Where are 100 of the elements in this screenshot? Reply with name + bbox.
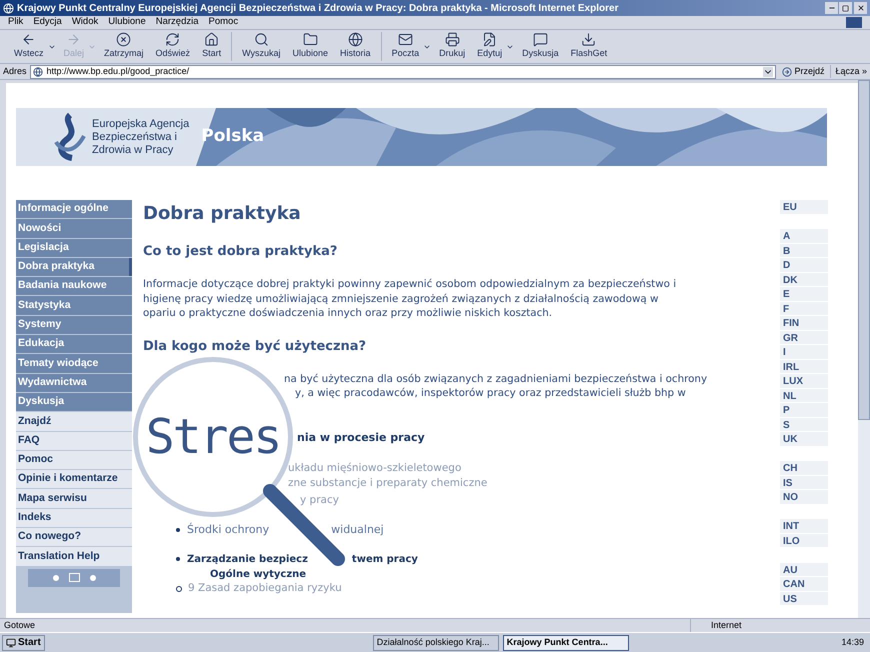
- sidebar-item[interactable]: Nowości: [16, 219, 132, 238]
- country-link[interactable]: F: [780, 302, 828, 316]
- country-link[interactable]: I: [780, 345, 828, 360]
- toolbar-button[interactable]: Zatrzymaj: [100, 32, 148, 61]
- country-link[interactable]: AU: [780, 562, 828, 577]
- mail-icon: [398, 32, 413, 48]
- toolbar-button[interactable]: Ulubione: [288, 32, 332, 61]
- scrollbar[interactable]: [858, 80, 870, 618]
- status-text: Gotowe: [3, 618, 36, 632]
- country-link[interactable]: CH: [780, 461, 828, 476]
- sidebar-item[interactable]: Znajdź: [16, 412, 132, 431]
- sidebar-item[interactable]: Co nowego?: [16, 528, 132, 546]
- paragraph-line: opariu o praktyczne doświadczenia innych oraz przy możliwie niskich kosztach.: [143, 306, 554, 320]
- next-icon[interactable]: [90, 574, 96, 581]
- sidebar-item[interactable]: Dobra praktyka: [16, 258, 132, 276]
- country-link[interactable]: E: [780, 287, 828, 302]
- speech-bubble-icon: [532, 32, 548, 48]
- org-name-line: Zdrowia w Pracy: [92, 144, 174, 156]
- sidebar-item[interactable]: Translation Help: [16, 547, 132, 566]
- section-heading: Co to jest dobra praktyka?: [143, 243, 338, 260]
- address-field[interactable]: http://www.bp.edu.pl/good_practice/: [30, 64, 776, 78]
- sidebar-item[interactable]: Opinie i komentarze: [16, 470, 132, 488]
- previous-icon[interactable]: [52, 574, 58, 581]
- country-link[interactable]: P: [780, 403, 828, 418]
- country-link[interactable]: EU: [780, 200, 828, 214]
- toolbar-button[interactable]: Odśwież: [152, 32, 194, 61]
- topic-link[interactable]: Środki ochrony: [187, 522, 270, 538]
- country-link[interactable]: D: [780, 258, 828, 272]
- country-link[interactable]: GR: [780, 330, 828, 345]
- close-button[interactable]: [854, 2, 867, 14]
- section-heading: Dla kogo może być użyteczna?: [143, 338, 368, 354]
- links-button[interactable]: Łącza »: [830, 64, 867, 78]
- country-link[interactable]: UK: [780, 432, 828, 446]
- close-icon: [856, 4, 864, 12]
- sidebar-item[interactable]: Mapa serwisu: [16, 489, 132, 508]
- monitor-icon: [6, 638, 16, 648]
- sidebar-item[interactable]: Wydawnictwa: [16, 374, 132, 392]
- menu-item[interactable]: Ulubione: [108, 15, 146, 30]
- bullet-icon: [176, 586, 182, 592]
- sidebar-item[interactable]: Tematy wiodące: [16, 354, 132, 373]
- sidebar-item[interactable]: Statystyka: [16, 296, 132, 315]
- logo-icon: [52, 112, 88, 162]
- start-button[interactable]: Start: [2, 634, 45, 650]
- sidebar-item[interactable]: Indeks: [16, 508, 132, 528]
- country-link[interactable]: US: [780, 592, 828, 606]
- taskbar-task[interactable]: Działalność polskiego Kraj...: [372, 634, 499, 650]
- paragraph-line: y, a więc pracodawców, inspektorów pracy oraz przedstawicieli służb bhp w: [294, 386, 687, 400]
- page-icon: [32, 66, 43, 76]
- menu-item[interactable]: Edycja: [33, 15, 62, 30]
- sidebar-item[interactable]: FAQ: [16, 432, 132, 450]
- country-link[interactable]: CAN: [780, 577, 828, 592]
- country-link[interactable]: IS: [780, 476, 828, 490]
- sidebar-item[interactable]: Pomoc: [16, 450, 132, 470]
- menu-item[interactable]: Widok: [72, 15, 98, 30]
- country-link[interactable]: LUX: [780, 374, 828, 388]
- paragraph-line: higienę pracy wiedzę umożliwiającą zmniejszenie zagrożeń związanych z działalnością zawodową w: [143, 292, 660, 306]
- country-link[interactable]: INT: [780, 519, 828, 534]
- magnified-text: Stres: [146, 413, 280, 461]
- country-link[interactable]: A: [780, 229, 828, 244]
- country-link[interactable]: NL: [780, 388, 828, 403]
- topic-link[interactable]: widualnej: [331, 522, 384, 538]
- country-link[interactable]: IRL: [780, 360, 828, 374]
- toolbar-button[interactable]: Start: [198, 32, 226, 61]
- globe-icon: [348, 32, 363, 48]
- sidebar-item[interactable]: Legislacja: [16, 238, 132, 257]
- topic-heading: nia w procesie pracy: [297, 430, 425, 446]
- toolbar-button[interactable]: Poczta: [388, 32, 424, 61]
- toolbar-button[interactable]: FlashGet: [566, 32, 612, 61]
- toolbar-button[interactable]: Historia: [336, 32, 375, 61]
- page-title: Dobra praktyka: [143, 203, 302, 225]
- country-link[interactable]: FIN: [780, 316, 828, 330]
- clock: 14:39: [840, 636, 865, 649]
- forward-arrow-icon: [66, 32, 82, 48]
- sidebar-item[interactable]: Edukacja: [16, 335, 132, 354]
- country-link[interactable]: B: [780, 244, 828, 258]
- country-link[interactable]: NO: [780, 490, 828, 504]
- sidebar-item[interactable]: Dyskusja: [16, 392, 132, 412]
- bullet-icon: [176, 528, 180, 532]
- maximize-button[interactable]: [839, 2, 852, 14]
- toolbar-button[interactable]: Wyszukaj: [238, 32, 285, 61]
- bullet-icon: [176, 557, 180, 561]
- sidebar-item[interactable]: Badania naukowe: [16, 277, 132, 296]
- country-link[interactable]: ILO: [780, 534, 828, 548]
- menu-item[interactable]: Pomoc: [208, 15, 238, 30]
- toolbar-button[interactable]: Edytuj: [473, 32, 506, 61]
- toolbar-button[interactable]: Drukuj: [435, 32, 470, 61]
- country-link[interactable]: S: [780, 418, 828, 432]
- taskbar-task[interactable]: Krajowy Punkt Centra...: [502, 634, 629, 650]
- minimize-button[interactable]: [825, 2, 838, 14]
- menu-item[interactable]: Plik: [8, 15, 24, 30]
- menu-item[interactable]: Narzędzia: [156, 15, 199, 30]
- go-button[interactable]: Przejdź: [779, 64, 828, 78]
- caret-icon[interactable]: [763, 66, 774, 76]
- sidebar-item[interactable]: Systemy: [16, 316, 132, 334]
- toolbar-button[interactable]: Dyskusja: [518, 32, 563, 61]
- country-link[interactable]: DK: [780, 272, 828, 287]
- topic-heading: twem pracy: [352, 552, 418, 566]
- toolbar-button[interactable]: Wstecz: [10, 32, 48, 61]
- maximize-icon: [842, 4, 849, 12]
- sidebar-item[interactable]: Informacje ogólne: [16, 200, 132, 218]
